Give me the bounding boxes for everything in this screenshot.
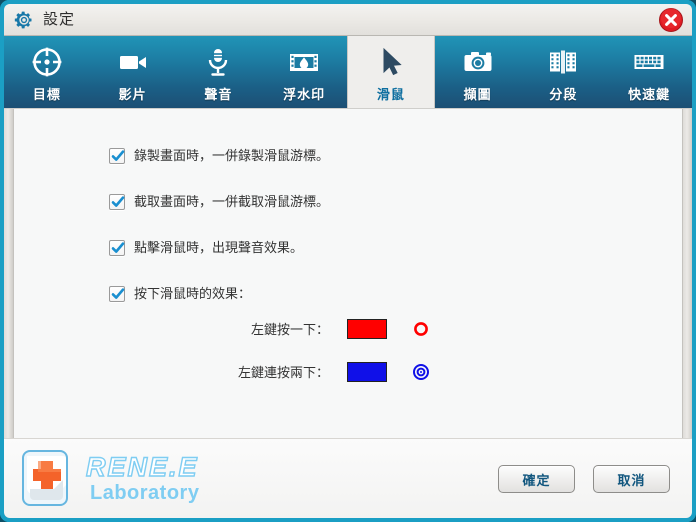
single-click-color-swatch[interactable]: [347, 318, 387, 339]
tab-label: 影片: [118, 87, 147, 102]
option-label: 點擊滑鼠時，出現聲音效果。: [134, 240, 304, 255]
checkbox-click-sound[interactable]: [109, 240, 125, 256]
settings-window: 設定 目標 影片 聲音 浮水印 滑鼠 擷圖 分段 快速鍵 錄製畫面時，一併錄製滑…: [0, 0, 696, 522]
check-icon: [111, 242, 125, 253]
tab-capture[interactable]: 擷圖: [435, 36, 521, 108]
double-click-color-swatch[interactable]: [347, 361, 387, 382]
double-click-label: 左鍵連按兩下：: [237, 365, 329, 380]
brand-logo: RENE.E Laboratory: [18, 447, 199, 509]
target-icon: [30, 45, 64, 79]
footer-buttons: 確定 取消: [498, 465, 670, 493]
logo-sub-text: Laboratory: [90, 481, 200, 504]
tab-mouse[interactable]: 滑鼠: [347, 36, 435, 108]
cursor-arrow-icon: [374, 45, 408, 79]
logo-text: RENE.E Laboratory: [85, 451, 200, 504]
tab-target[interactable]: 目標: [4, 36, 90, 108]
option-label: 截取畫面時，一併截取滑鼠游標。: [134, 194, 330, 209]
option-click-sound[interactable]: 點擊滑鼠時，出現聲音效果。: [109, 239, 329, 285]
check-icon: [111, 196, 125, 207]
footer-bar: RENE.E Laboratory 確定 取消: [4, 438, 692, 518]
tab-label: 分段: [549, 87, 578, 102]
tab-label: 目標: [32, 87, 61, 102]
option-label: 按下滑鼠時的效果：: [134, 286, 252, 301]
panel-right-edge: [682, 109, 692, 439]
checkbox-capture-cursor[interactable]: [109, 194, 125, 210]
watermark-icon: [287, 45, 321, 79]
double-ring-icon: [411, 362, 431, 382]
tab-label: 快速鍵: [628, 87, 671, 102]
tab-hotkeys[interactable]: 快速鍵: [606, 36, 692, 108]
tab-bar: 目標 影片 聲音 浮水印 滑鼠 擷圖 分段 快速鍵: [4, 36, 692, 108]
checkbox-record-cursor[interactable]: [109, 148, 125, 164]
gear-icon: [14, 11, 32, 28]
film-split-icon: [546, 45, 580, 79]
tab-sound[interactable]: 聲音: [176, 36, 262, 108]
click-effect-colors: 左鍵按一下： 左鍵連按兩下：: [219, 307, 431, 393]
camera-icon: [461, 45, 495, 79]
close-icon[interactable]: [658, 7, 684, 33]
ring-icon: [411, 319, 431, 339]
tab-video[interactable]: 影片: [90, 36, 176, 108]
tab-label: 浮水印: [283, 87, 326, 102]
keyboard-icon: [632, 45, 666, 79]
video-camera-icon: [116, 45, 150, 79]
check-icon: [111, 150, 125, 161]
keycap-cross-icon: [22, 450, 68, 506]
microphone-icon: [201, 45, 235, 79]
cancel-button[interactable]: 取消: [593, 465, 670, 493]
checkbox-click-effect[interactable]: [109, 286, 125, 302]
tab-label: 滑鼠: [376, 87, 405, 102]
option-label: 錄製畫面時，一併錄製滑鼠游標。: [134, 148, 330, 163]
double-click-row: 左鍵連按兩下：: [219, 350, 431, 393]
title-bar: 設定: [4, 4, 692, 36]
ok-button[interactable]: 確定: [498, 465, 575, 493]
option-record-cursor[interactable]: 錄製畫面時，一併錄製滑鼠游標。: [109, 147, 329, 193]
tab-watermark[interactable]: 浮水印: [261, 36, 347, 108]
tab-label: 擷圖: [463, 87, 492, 102]
window-title: 設定: [43, 11, 76, 28]
tab-label: 聲音: [204, 87, 233, 102]
panel-left-edge: [4, 109, 14, 439]
settings-content-panel: 錄製畫面時，一併錄製滑鼠游標。 截取畫面時，一併截取滑鼠游標。 點擊滑鼠時，出現…: [4, 108, 692, 439]
logo-main-text: RENE.E: [85, 451, 199, 482]
mouse-options-list: 錄製畫面時，一併錄製滑鼠游標。 截取畫面時，一併截取滑鼠游標。 點擊滑鼠時，出現…: [109, 147, 329, 331]
single-click-label: 左鍵按一下：: [250, 322, 329, 337]
option-capture-cursor[interactable]: 截取畫面時，一併截取滑鼠游標。: [109, 193, 329, 239]
tab-segment[interactable]: 分段: [521, 36, 607, 108]
check-icon: [111, 288, 125, 299]
single-click-row: 左鍵按一下：: [219, 307, 431, 350]
